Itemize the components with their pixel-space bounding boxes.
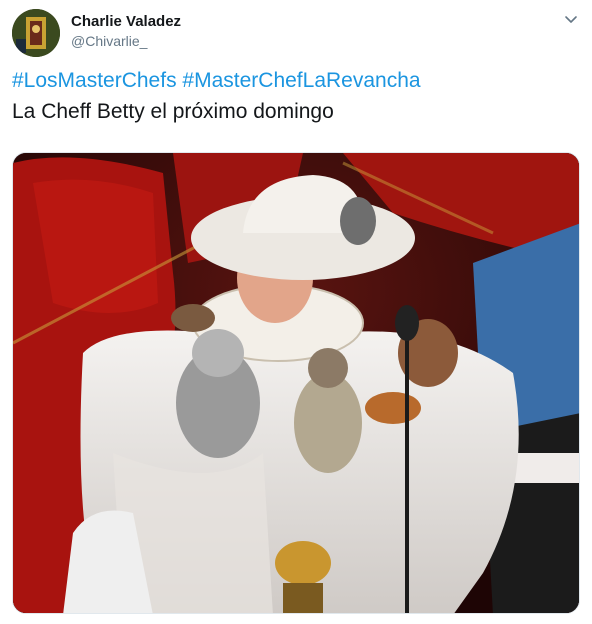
tweet-card: Charlie Valadez @Chivarlie_ #LosMasterCh… bbox=[0, 0, 592, 624]
tweet-text: La Cheff Betty el próximo domingo bbox=[12, 100, 334, 123]
tweet-photo[interactable] bbox=[12, 152, 580, 614]
hashtag-link[interactable]: #LosMasterChefs bbox=[12, 69, 177, 92]
hashtag-link[interactable]: #MasterChefLaRevancha bbox=[182, 69, 420, 92]
chevron-down-icon[interactable] bbox=[562, 13, 580, 27]
display-name[interactable]: Charlie Valadez bbox=[71, 13, 181, 30]
user-handle[interactable]: @Chivarlie_ bbox=[71, 33, 147, 49]
hashtag-line: #LosMasterChefs #MasterChefLaRevancha bbox=[12, 69, 421, 93]
avatar[interactable] bbox=[12, 9, 60, 57]
